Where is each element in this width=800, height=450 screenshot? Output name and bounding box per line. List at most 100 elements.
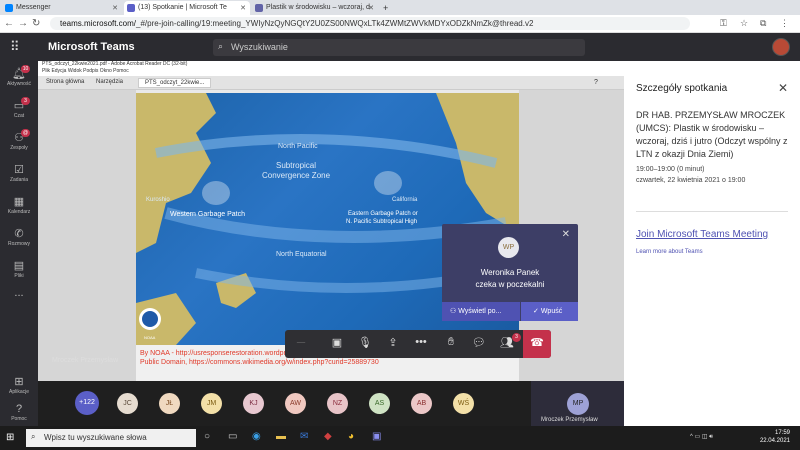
close-icon[interactable]: ✕ — [368, 4, 374, 12]
apps-store-icon: ⊞ — [14, 376, 24, 388]
star-icon[interactable]: ☆ — [740, 18, 748, 29]
more-dots-icon: ... — [14, 287, 24, 299]
close-icon[interactable]: ✕ — [240, 4, 246, 12]
edge-icon[interactable]: ◉ — [252, 431, 261, 442]
participant-avatar[interactable]: WŚ — [453, 393, 474, 414]
messenger-icon — [5, 4, 13, 12]
close-icon[interactable]: ✕ — [778, 81, 788, 95]
hangup-icon: ☎ — [530, 337, 544, 349]
self-name: Mroczek Przemysław — [541, 417, 598, 423]
rail-item-help[interactable]: ? Pomoc — [0, 403, 38, 422]
chat-badge: 3 — [21, 97, 30, 105]
system-tray[interactable]: ^ ▭ ◫ 🔊︎ — [690, 433, 713, 441]
search-placeholder: Wpisz tu wyszukiwane słowa — [44, 433, 147, 442]
chat-icon[interactable]: 💬︎ — [469, 336, 489, 349]
waiting-message: czeka w poczekalni — [475, 280, 545, 289]
rail-more-button[interactable]: ... — [0, 287, 38, 299]
extension-icon[interactable]: ⧉ — [760, 18, 766, 29]
taskbar-search-input[interactable]: ⌕ Wpisz tu wyszukiwane słowa — [26, 429, 196, 447]
search-input[interactable]: ⌕ Wyszukiwanie — [213, 39, 585, 56]
teams-badge: @ — [21, 129, 30, 137]
admit-button[interactable]: ✓ Wpuść — [521, 302, 578, 321]
browser-tabbar: Messenger ✕ (13) Spotkanie | Microsoft T… — [0, 0, 800, 15]
teams-taskbar-icon[interactable]: ▣ — [372, 431, 381, 442]
join-meeting-link[interactable]: Join Microsoft Teams Meeting — [636, 229, 768, 240]
tab-plastic-event[interactable]: Plastik w środowisku – wczoraj, d ✕ — [252, 1, 378, 15]
left-rail: 🔔︎ 10 Aktywność ▭ 3 Czat ⚇ @ Zespoły ☑ Z… — [0, 61, 38, 426]
url-host: teams.microsoft.com/ — [60, 19, 137, 28]
admit-label: Wpuść — [540, 308, 563, 315]
participant-avatar[interactable]: AW — [285, 393, 306, 414]
participant-strip: +122 JC JŁ JM KJ AW NZ AS AB WŚ MP Mroczek Przemy… — [38, 381, 624, 426]
map-label: California — [392, 197, 418, 203]
map-label: Kuroshio — [146, 197, 170, 203]
camera-off-icon[interactable]: ▣ — [327, 336, 347, 349]
participant-avatar[interactable]: AB — [411, 393, 432, 414]
meeting-details-panel: Szczegóły spotkania ✕ DR HAB. PRZEMYSŁAW… — [624, 61, 800, 426]
key-icon[interactable]: ⚿ — [720, 18, 727, 29]
back-icon[interactable]: ← — [4, 18, 14, 29]
tab-label: (13) Spotkanie | Microsoft Te — [138, 4, 227, 11]
reload-icon[interactable]: ↻ — [32, 18, 40, 29]
folder-icon[interactable]: ▬ — [276, 431, 286, 442]
tab-teams-meeting[interactable]: (13) Spotkanie | Microsoft Te ✕ — [124, 1, 250, 15]
acrobat-tab-tools: Narzędzia — [96, 79, 124, 85]
close-icon[interactable]: ✕ — [562, 229, 570, 240]
avatar: MP — [567, 393, 589, 415]
map-label: Eastern Garbage Patch or — [348, 211, 418, 217]
rail-item-chat[interactable]: ▭ 3 Czat — [0, 97, 38, 119]
rail-item-teams[interactable]: ⚇ @ Zespoły — [0, 129, 38, 151]
participant-avatar[interactable]: NZ — [327, 393, 348, 414]
acrobat-icon[interactable]: ◆ — [324, 431, 332, 442]
menu-dots-icon[interactable]: ⋮ — [780, 18, 789, 29]
rail-label: Aplikacje — [8, 389, 29, 395]
chrome-icon[interactable]: ◕ — [348, 431, 354, 442]
view-lobby-label: Wyświetl po... — [458, 308, 502, 315]
avatar: WP — [498, 237, 519, 258]
more-actions-icon[interactable]: ••• — [411, 336, 431, 348]
participant-avatar[interactable]: JM — [201, 393, 222, 414]
forward-icon[interactable]: → — [18, 18, 28, 29]
app-launcher-icon[interactable]: ⠿ — [10, 39, 20, 55]
map-label: N. Pacific Subtropical High — [346, 219, 418, 225]
phone-icon: ✆ — [14, 228, 24, 240]
tab-messenger[interactable]: Messenger ✕ — [2, 1, 122, 15]
tab-label: Plastik w środowisku – wczoraj, d — [266, 4, 370, 11]
avatar[interactable] — [772, 38, 790, 56]
participants-badge: 3 — [512, 333, 521, 342]
close-icon[interactable]: ✕ — [112, 4, 118, 12]
rail-item-apps[interactable]: ⊞ Aplikacje — [0, 375, 38, 395]
participant-avatar[interactable]: KJ — [243, 393, 264, 414]
meeting-time: 19:00–19:00 (0 minut) — [636, 166, 705, 173]
windows-start-icon[interactable]: ⊞ — [6, 432, 14, 443]
raise-hand-icon[interactable]: ✋︎ — [441, 336, 461, 349]
rail-item-calls[interactable]: ✆ Rozmowy — [0, 227, 38, 247]
search-icon: ⌕ — [218, 41, 224, 51]
participant-avatar[interactable]: JC — [117, 393, 138, 414]
more-participants-count[interactable]: +122 — [75, 391, 99, 415]
view-lobby-button[interactable]: ⚇ Wyświetl po... — [442, 302, 520, 321]
noaa-logo-inner — [142, 311, 158, 327]
rail-item-files[interactable]: ▤ Pliki — [0, 259, 38, 279]
self-video-tile: MP Mroczek Przemysław — [531, 381, 624, 426]
rail-item-activity[interactable]: 🔔︎ 10 Aktywność — [0, 65, 38, 87]
participant-avatar[interactable]: AS — [369, 393, 390, 414]
learn-more-link[interactable]: Learn more about Teams — [636, 249, 703, 255]
mic-off-icon[interactable]: 🎙︎ — [355, 336, 375, 349]
rail-item-tasks[interactable]: ☑ Zadania — [0, 163, 38, 183]
activity-badge: 10 — [21, 65, 30, 73]
new-tab-button[interactable]: + — [380, 1, 394, 15]
url-field[interactable]: teams.microsoft.com/_#/pre-join-calling/… — [50, 17, 690, 30]
clock[interactable]: 17:59 22.04.2021 — [760, 429, 790, 445]
check-icon: ✓ — [533, 308, 541, 315]
file-explorer-icon[interactable]: ▭ — [228, 431, 237, 442]
task-view-icon[interactable]: ○ — [204, 431, 210, 442]
waiting-person-name: Weronika Panek — [480, 268, 540, 277]
rail-item-calendar[interactable]: ▦ Kalendarz — [0, 195, 38, 215]
rail-label: Zadania — [9, 177, 29, 183]
lobby-notification: ✕ WP Weronika Panek czeka w poczekalni ⚇… — [442, 224, 578, 321]
share-screen-icon[interactable]: ⇪ — [383, 336, 403, 349]
participant-avatar[interactable]: JŁ — [159, 393, 180, 414]
mail-icon[interactable]: ✉ — [300, 431, 308, 442]
leave-call-button[interactable]: ☎ — [523, 330, 551, 358]
